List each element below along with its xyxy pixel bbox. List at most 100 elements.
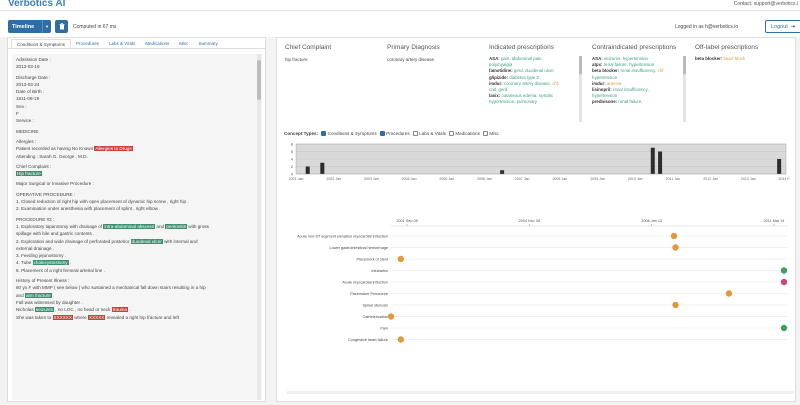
checkbox-label: Labs & Vitals	[419, 131, 446, 136]
overview-x-tick: 2009 Jan	[590, 177, 605, 181]
overview-brush[interactable]	[295, 143, 787, 175]
chart-horizontal-scrollbar[interactable]	[287, 391, 794, 394]
checkbox-labs-vitals[interactable]	[412, 131, 418, 136]
prescription-line: beta blocker: heart block	[695, 56, 790, 62]
detail-x-tick: 2004 Nov 08	[519, 219, 541, 223]
concept-highlight[interactable]: arm fracture	[24, 292, 52, 298]
indication-text: hypertension, pulmonary	[489, 99, 538, 105]
note-scrollbar[interactable]	[257, 54, 261, 400]
detail-row-label: Pain	[380, 326, 388, 330]
detail-x-tick: 2001 Sep 08	[396, 219, 418, 223]
note-line: Allergies :	[16, 138, 37, 144]
contraindicated-title: Contraindicated prescriptions	[592, 44, 677, 51]
contraindicated-scrollbar[interactable]	[683, 56, 686, 122]
caret-down-icon: ▼	[42, 20, 51, 33]
contraindicated-list[interactable]: ASA: seizures, hypertension atpx: renal f…	[592, 56, 680, 122]
detail-row-label: Congestive heart failure	[348, 338, 388, 342]
detail-row-label: Lower gastrointestinal hemorrhage	[330, 246, 388, 250]
concept-highlight[interactable]: intra-abdominal abscess	[103, 223, 156, 229]
clinical-note[interactable]: Admission Date : 2013-03-18 Discharge Date…	[12, 54, 262, 400]
overview-x-tick: 2003 Jan	[364, 177, 379, 181]
detail-row-label: Acute myocardial infarction	[342, 280, 388, 284]
overview-x-tick: 2008 Jan	[552, 177, 567, 181]
timeline-detail-chart[interactable]: 2001 Sep 08 2004 Nov 08 2008 Jan 13 2011 Ma…	[277, 216, 792, 386]
primary-diagnosis-value: coronary artery disease	[387, 57, 435, 62]
detail-row-label: Catheterization	[362, 315, 388, 319]
checkbox-procedures[interactable]	[379, 131, 385, 136]
indication-text: gerd, duodenal ulcer	[512, 68, 554, 74]
note-text-span: , no LOC , no head or neck	[54, 307, 112, 313]
note-line: Date of Birth :	[16, 89, 45, 95]
event-point[interactable]	[780, 267, 788, 274]
contraindicated-scrollbar-thumb[interactable]	[683, 56, 686, 74]
overview-x-tick: 2011 Jan	[666, 177, 681, 181]
detail-x-tick: 2008 Jan 13	[641, 219, 662, 223]
note-line: Patient recorded as having No Known Alle…	[16, 145, 253, 152]
note-text-span: Patient recorded as having No Known	[16, 146, 95, 152]
indicated-scrollbar-thumb[interactable]	[579, 56, 582, 74]
indication-text: anemia	[605, 80, 622, 86]
event-point[interactable]	[397, 255, 405, 263]
indicated-list[interactable]: ASA: pain, abdominal pain, polymyalgia fam…	[489, 56, 577, 122]
timeline-overview-chart[interactable]: 8 6 4 2 02001 Jan 2002 Jan 2003 Jan 2004 Jan 200…	[280, 141, 790, 186]
timeline-dropdown-button[interactable]: Timeline ▼	[8, 20, 51, 33]
event-point[interactable]	[780, 278, 788, 286]
navbar: Verbotics AI Contact: support@verbotics.…	[0, 0, 800, 11]
indication-text: renal failure,	[617, 99, 643, 105]
negated-highlight[interactable]: trauma	[111, 307, 129, 313]
note-text-span: Nicholas	[16, 307, 35, 313]
checkbox-label: Medications	[455, 131, 480, 136]
checkbox-misc[interactable]	[482, 131, 488, 136]
note-line: Fall was witnessed by daughter .	[16, 299, 83, 305]
event-point[interactable]	[725, 290, 733, 297]
drug-name: glipizide:	[489, 74, 509, 80]
note-scrollbar-thumb[interactable]	[257, 60, 261, 100]
negated-highlight[interactable]: Allergies to Drugs	[94, 146, 133, 152]
note-line: Hip fracture	[16, 170, 253, 177]
note-line: Admission Date :	[16, 57, 51, 62]
negated-highlight[interactable]: XXXXXX	[52, 314, 73, 320]
note-text-span: She was taken to	[16, 314, 53, 320]
drug-name: ASA:	[592, 56, 603, 61]
event-point[interactable]	[670, 232, 678, 240]
prescription-line: hypertension, pulmonary	[489, 99, 577, 105]
logout-button[interactable]: Logout ➜	[765, 20, 800, 33]
app-title[interactable]: Verbotics AI	[8, 0, 65, 9]
checkbox-medications[interactable]	[448, 131, 454, 136]
drug-name: beta blocker:	[695, 56, 723, 61]
note-text-span: revealed a right hip fracture and left	[105, 314, 179, 320]
overview-x-tick: 2010 Jan	[628, 177, 643, 181]
clear-button[interactable]	[55, 20, 68, 33]
concept-types-filter: Concept Types: Conditions & Symptoms Proc…	[284, 131, 499, 136]
event-point[interactable]	[672, 244, 679, 251]
overview-y-tick: 6	[291, 149, 294, 154]
note-text-span: and	[16, 292, 25, 298]
event-point[interactable]	[672, 301, 679, 309]
concept-highlight[interactable]: duodenal ulcer	[130, 238, 163, 244]
negated-highlight[interactable]: XXXXX	[88, 314, 106, 320]
concept-highlight[interactable]: seizures	[34, 307, 55, 313]
toolbar: Timeline ▼ Computed in 67 ms Logged in a…	[0, 11, 800, 37]
concept-highlight[interactable]: Hip fracture	[16, 171, 42, 177]
drug-name: lasix:	[489, 93, 501, 99]
indicated-title: Indicated prescriptions	[489, 44, 555, 51]
primary-diagnosis-title: Primary Diagnosis	[387, 44, 440, 51]
event-point[interactable]	[387, 313, 395, 320]
prescription-line: prednisone: renal failure,	[592, 99, 680, 105]
checkbox-conditions-symptoms[interactable]	[321, 131, 327, 136]
overview-x-tick: 2014 Feb	[778, 177, 790, 181]
drug-name: beta blocker:	[592, 68, 620, 74]
tab-divider	[8, 48, 265, 49]
note-line: 1. Exploratory laparotomy with drainage …	[16, 223, 253, 230]
note-text-span: .	[51, 292, 55, 298]
note-line: 4. Tube cholecystostomy .	[16, 259, 253, 266]
chief-complaint-title: Chief Complaint	[285, 44, 332, 51]
overview-x-tick: 2005 Jan	[439, 177, 454, 181]
concept-highlight[interactable]: cholecystostomy	[32, 260, 69, 266]
event-point[interactable]	[780, 324, 788, 332]
concept-highlight[interactable]: peritonitis	[165, 223, 188, 229]
event-point[interactable]	[397, 336, 405, 343]
note-line: PROCEDURE #2 :	[16, 216, 55, 222]
indicated-scrollbar[interactable]	[579, 56, 582, 122]
note-line: Service :	[16, 118, 34, 124]
